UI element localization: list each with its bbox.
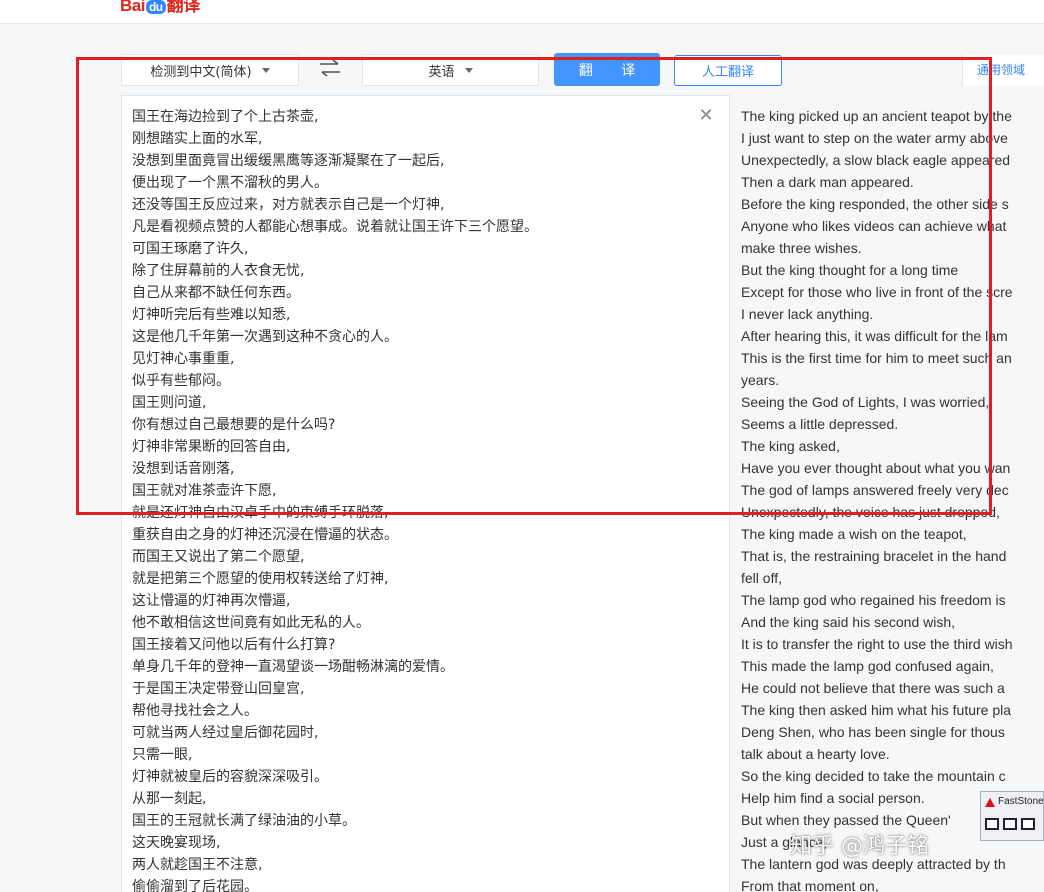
translation-line: The king picked up an ancient teapot by …: [741, 108, 1012, 124]
translation-line: The god of lamps answered freely very de…: [741, 482, 1009, 498]
source-line: 这是他几千年第一次遇到这种不贪心的人。: [132, 329, 398, 345]
translation-line: The king made a wish on the teapot,: [741, 526, 967, 542]
source-line: 见灯神心事重重,: [132, 351, 235, 367]
capture-screen-icon[interactable]: [1021, 818, 1035, 830]
source-line: 国王在海边捡到了个上古茶壶,: [132, 109, 319, 125]
top-header: Bai du 翻译: [0, 0, 1044, 24]
source-line: 除了住屏幕前的人衣食无忧,: [132, 263, 305, 279]
source-line: 灯神就被皇后的容貌深深吸引。: [132, 769, 328, 785]
translation-line: years.: [741, 372, 780, 388]
translation-line: From that moment on,: [741, 878, 879, 892]
translation-line: Unexpectedly, the voice has just dropped…: [741, 504, 1000, 520]
source-line: 重获自由之身的灯神还沉浸在懵逼的状态。: [132, 527, 398, 543]
source-line: 国王的王冠就长满了绿油油的小草。: [132, 813, 356, 829]
zhihu-watermark: 知乎 @鸿子铭: [790, 834, 929, 859]
capture-window-icon[interactable]: [1003, 818, 1017, 830]
source-line: 可就当两人经过皇后御花园时,: [132, 725, 319, 741]
translation-line: The king then asked him what his future …: [741, 702, 1012, 718]
source-text-panel[interactable]: ✕ 国王在海边捡到了个上古茶壶, 刚想踏实上面的水军, 没想到里面竟冒出缓缓黑鹰等逐…: [121, 95, 730, 892]
source-line: 还没等国王反应过来，对方就表示自己是一个灯神,: [132, 197, 445, 213]
source-line: 刚想踏实上面的水军,: [132, 131, 263, 147]
source-line: 就是把第三个愿望的使用权转送给了灯神,: [132, 571, 389, 587]
source-text-lines: 国王在海边捡到了个上古茶壶, 刚想踏实上面的水军, 没想到里面竟冒出缓缓黑鹰等逐渐凝…: [132, 106, 689, 892]
faststone-logo-icon: [985, 797, 995, 807]
source-line: 国王就对准茶壶许下愿,: [132, 483, 277, 499]
translation-line: Seems a little depressed.: [741, 416, 899, 432]
logo-suffix: 翻译: [166, 0, 201, 15]
translation-line: fell off,: [741, 570, 782, 586]
translation-line: This is the first time for him to meet s…: [741, 350, 1012, 366]
faststone-capture-toolbar[interactable]: FastStone: [980, 791, 1044, 841]
target-language-select[interactable]: 英语: [362, 54, 539, 86]
translation-text-lines: The king picked up an ancient teapot by …: [741, 105, 1013, 892]
source-line: 帮他寻找社会之人。: [132, 703, 258, 719]
logo-mark: du: [145, 0, 166, 14]
source-line: 而国王又说出了第二个愿望,: [132, 549, 305, 565]
source-line: 似乎有些郁闷。: [132, 373, 230, 389]
translation-line: But the king thought for a long time: [741, 262, 959, 278]
faststone-tools: [981, 812, 1043, 836]
translation-line: After hearing this, it was difficult for…: [741, 328, 1008, 344]
translation-line: Seeing the God of Lights, I was worried,: [741, 394, 990, 410]
source-line: 没想到里面竟冒出缓缓黑鹰等逐渐凝聚在了一起后,: [132, 153, 445, 169]
domain-select[interactable]: 通用领域: [962, 55, 1044, 86]
translation-line: Help him find a social person.: [741, 790, 925, 806]
logo-text: Bai: [120, 0, 145, 15]
translation-line: Except for those who live in front of th…: [741, 284, 1013, 300]
source-line: 他不敢相信这世间竟有如此无私的人。: [132, 615, 370, 631]
translation-line: I just want to step on the water army ab…: [741, 130, 1008, 146]
source-line: 没想到话音刚落,: [132, 461, 235, 477]
translation-line: He could not believe that there was such…: [741, 680, 1005, 696]
source-line: 便出现了一个黑不溜秋的男人。: [132, 175, 328, 191]
translation-line: That is, the restraining bracelet in the…: [741, 548, 1007, 564]
source-line: 单身几千年的登神一直渴望谈一场酣畅淋漓的爱情。: [132, 659, 454, 675]
translation-line: So the king decided to take the mountain…: [741, 768, 1006, 784]
source-line: 两人就趁国王不注意,: [132, 857, 263, 873]
source-line: 偷偷溜到了后花园。: [132, 879, 258, 892]
translation-line: Anyone who likes videos can achieve what: [741, 218, 1007, 234]
close-icon[interactable]: ✕: [696, 106, 716, 126]
swap-arrows-icon[interactable]: [316, 58, 344, 80]
translate-toolbar: 检测到中文(简体) 英语 翻 译 人工翻译 通用领域: [0, 53, 1044, 89]
translation-line: Then a dark man appeared.: [741, 174, 914, 190]
source-line: 就是还灯神自由汉卓手中的束缚手环脱落,: [132, 505, 389, 521]
source-line: 这让懵逼的灯神再次懵逼,: [132, 593, 291, 609]
source-line: 从那一刻起,: [132, 791, 207, 807]
translation-line: talk about a hearty love.: [741, 746, 890, 762]
baidu-translate-logo[interactable]: Bai du 翻译: [120, 0, 200, 16]
translation-line: Have you ever thought about what you wan: [741, 460, 1011, 476]
source-line: 于是国王决定带登山回皇宫,: [132, 681, 305, 697]
source-line: 灯神听完后有些难以知悉,: [132, 307, 291, 323]
source-line: 灯神非常果断的回答自由,: [132, 439, 291, 455]
translation-line: I never lack anything.: [741, 306, 874, 322]
source-line: 可国王琢磨了许久,: [132, 241, 249, 257]
source-line: 国王则问道,: [132, 395, 207, 411]
translation-line: The king asked,: [741, 438, 840, 454]
chevron-down-icon: [464, 67, 473, 73]
source-line: 你有想过自己最想要的是什么吗?: [132, 417, 336, 433]
human-translation-button[interactable]: 人工翻译: [674, 55, 782, 86]
translation-line: Unexpectedly, a slow black eagle appeare…: [741, 152, 1011, 168]
translation-output-panel: The king picked up an ancient teapot by …: [731, 95, 1044, 892]
faststone-title: FastStone: [998, 796, 1043, 807]
translation-line: And the king said his second wish,: [741, 614, 956, 630]
source-line: 只需一眼,: [132, 747, 193, 763]
target-language-label: 英语: [428, 64, 455, 80]
source-line: 这天晚宴现场,: [132, 835, 221, 851]
translation-line: This made the lamp god confused again,: [741, 658, 994, 674]
translate-button[interactable]: 翻 译: [554, 53, 660, 86]
source-line: 自己从来都不缺任何东西。: [132, 285, 300, 301]
translation-line: The lamp god who regained his freedom is: [741, 592, 1006, 608]
translation-line: make three wishes.: [741, 240, 862, 256]
chevron-down-icon: [261, 67, 270, 73]
translation-line: Deng Shen, who has been single for thous: [741, 724, 1005, 740]
translation-line: It is to transfer the right to use the t…: [741, 636, 1013, 652]
faststone-title-bar: FastStone: [981, 792, 1043, 812]
capture-region-icon[interactable]: [985, 818, 999, 830]
source-language-select[interactable]: 检测到中文(简体): [121, 54, 299, 86]
source-line: 凡是看视频点赞的人都能心想事成。说着就让国王许下三个愿望。: [132, 219, 538, 235]
translation-line: Before the king responded, the other sid…: [741, 196, 1009, 212]
source-language-label: 检测到中文(简体): [150, 64, 252, 80]
source-line: 国王接着又问他以后有什么打算?: [132, 637, 336, 653]
